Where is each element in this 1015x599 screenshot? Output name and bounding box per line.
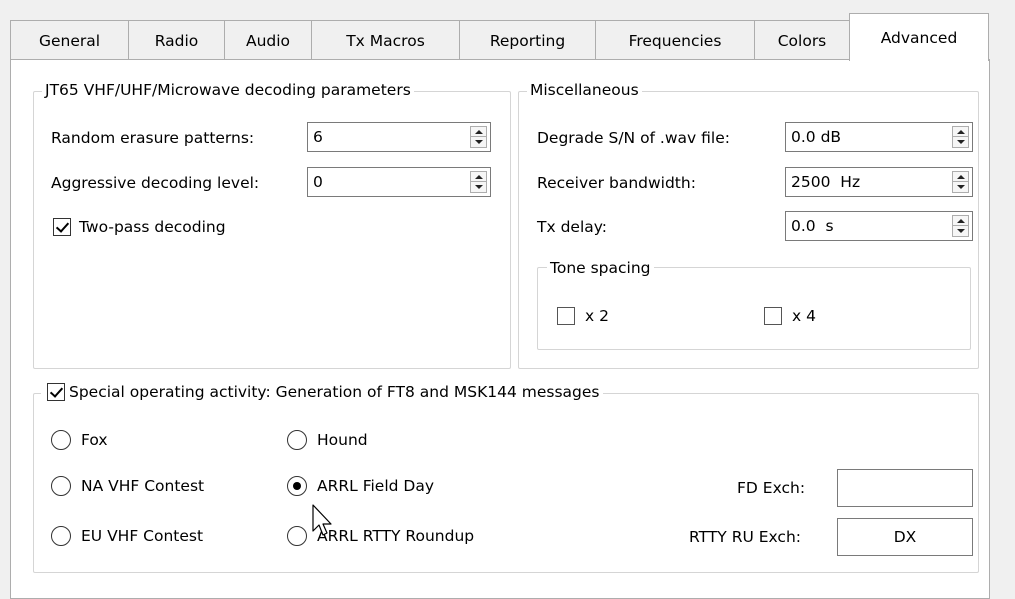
radio-na-vhf-contest-label[interactable]: NA VHF Contest xyxy=(81,475,204,497)
spin-down-icon[interactable] xyxy=(953,226,968,236)
radio-fox[interactable] xyxy=(51,430,71,450)
spin-up-icon[interactable] xyxy=(471,172,486,182)
spin-down-icon[interactable] xyxy=(471,182,486,192)
tone-spacing-x2-checkbox[interactable] xyxy=(557,307,575,325)
fd-exch-label: FD Exch: xyxy=(737,479,806,497)
rtty-ru-exch-input[interactable]: DX xyxy=(837,518,973,556)
tab-reporting[interactable]: Reporting xyxy=(459,20,596,60)
rtty-ru-exch-label: RTTY RU Exch: xyxy=(689,528,802,546)
advanced-tab-pane: JT65 VHF/UHF/Microwave decoding paramete… xyxy=(10,59,990,599)
tab-label: Radio xyxy=(154,31,199,50)
degrade-value: 0.0 dB xyxy=(791,128,842,146)
bandwidth-value: 2500 Hz xyxy=(791,173,861,191)
tab-label: General xyxy=(38,31,101,50)
radio-eu-vhf-contest[interactable] xyxy=(51,526,71,546)
degrade-label: Degrade S/N of .wav file: xyxy=(537,129,730,147)
tab-label: Frequencies xyxy=(628,31,722,50)
spin-up-icon[interactable] xyxy=(953,216,968,226)
fd-exch-input[interactable] xyxy=(837,469,973,507)
radio-arrl-field-day[interactable] xyxy=(287,476,307,496)
tab-label: Colors xyxy=(777,31,827,50)
tab-label: Tx Macros xyxy=(346,31,425,50)
degrade-spinbox[interactable]: 0.0 dB xyxy=(785,122,973,152)
tone-spacing-x2-label[interactable]: x 2 xyxy=(585,305,609,327)
radio-arrl-rtty-roundup-label[interactable]: ARRL RTTY Roundup xyxy=(317,525,474,547)
spin-up-icon[interactable] xyxy=(471,127,486,137)
aggressive-level-spinbox[interactable]: 0 xyxy=(307,167,491,197)
jt65-group-title: JT65 VHF/UHF/Microwave decoding paramete… xyxy=(42,80,414,100)
tab-tx-macros[interactable]: Tx Macros xyxy=(311,20,460,60)
tab-label: Advanced xyxy=(880,28,958,47)
radio-fox-label[interactable]: Fox xyxy=(81,429,108,451)
spin-up-down-icon[interactable] xyxy=(952,215,969,237)
random-erasure-spinbox[interactable]: 6 xyxy=(307,122,491,152)
tab-radio[interactable]: Radio xyxy=(128,20,225,60)
random-erasure-label: Random erasure patterns: xyxy=(51,129,255,147)
radio-eu-vhf-contest-label[interactable]: EU VHF Contest xyxy=(81,525,203,547)
special-activity-header: Special operating activity: Generation o… xyxy=(41,382,603,402)
rtty-ru-exch-value: DX xyxy=(893,528,917,546)
tone-spacing-x4-label[interactable]: x 4 xyxy=(792,305,816,327)
tone-spacing-title: Tone spacing xyxy=(547,258,654,278)
radio-hound-label[interactable]: Hound xyxy=(317,429,368,451)
spin-down-icon[interactable] xyxy=(953,182,968,192)
two-pass-label[interactable]: Two-pass decoding xyxy=(79,216,226,238)
tab-colors[interactable]: Colors xyxy=(754,20,850,60)
radio-arrl-field-day-label[interactable]: ARRL Field Day xyxy=(317,475,434,497)
tab-general[interactable]: General xyxy=(10,20,129,60)
tab-label: Reporting xyxy=(489,31,566,50)
two-pass-checkbox[interactable] xyxy=(53,218,71,236)
spin-down-icon[interactable] xyxy=(953,137,968,147)
aggressive-level-value: 0 xyxy=(313,173,323,191)
spin-up-icon[interactable] xyxy=(953,127,968,137)
radio-hound[interactable] xyxy=(287,430,307,450)
spin-down-icon[interactable] xyxy=(471,137,486,147)
tx-delay-value: 0.0 s xyxy=(791,217,834,235)
bandwidth-label: Receiver bandwidth: xyxy=(537,174,696,192)
mouse-pointer-icon xyxy=(312,504,332,536)
spin-up-down-icon[interactable] xyxy=(952,171,969,193)
tab-label: Audio xyxy=(245,31,291,50)
misc-group-title: Miscellaneous xyxy=(527,80,642,100)
bandwidth-spinbox[interactable]: 2500 Hz xyxy=(785,167,973,197)
special-activity-checkbox[interactable] xyxy=(47,383,65,401)
aggressive-level-label: Aggressive decoding level: xyxy=(51,174,260,192)
tone-spacing-x4-checkbox[interactable] xyxy=(764,307,782,325)
spin-up-down-icon[interactable] xyxy=(952,126,969,148)
spin-up-down-icon[interactable] xyxy=(470,126,487,148)
tab-advanced[interactable]: Advanced xyxy=(849,13,989,61)
radio-na-vhf-contest[interactable] xyxy=(51,476,71,496)
special-activity-title: Special operating activity: Generation o… xyxy=(69,383,600,401)
tab-frequencies[interactable]: Frequencies xyxy=(595,20,755,60)
tx-delay-spinbox[interactable]: 0.0 s xyxy=(785,211,973,241)
tab-audio[interactable]: Audio xyxy=(224,20,312,60)
radio-arrl-rtty-roundup[interactable] xyxy=(287,526,307,546)
spin-up-icon[interactable] xyxy=(953,172,968,182)
spin-up-down-icon[interactable] xyxy=(470,171,487,193)
tx-delay-label: Tx delay: xyxy=(537,218,608,236)
random-erasure-value: 6 xyxy=(313,128,323,146)
